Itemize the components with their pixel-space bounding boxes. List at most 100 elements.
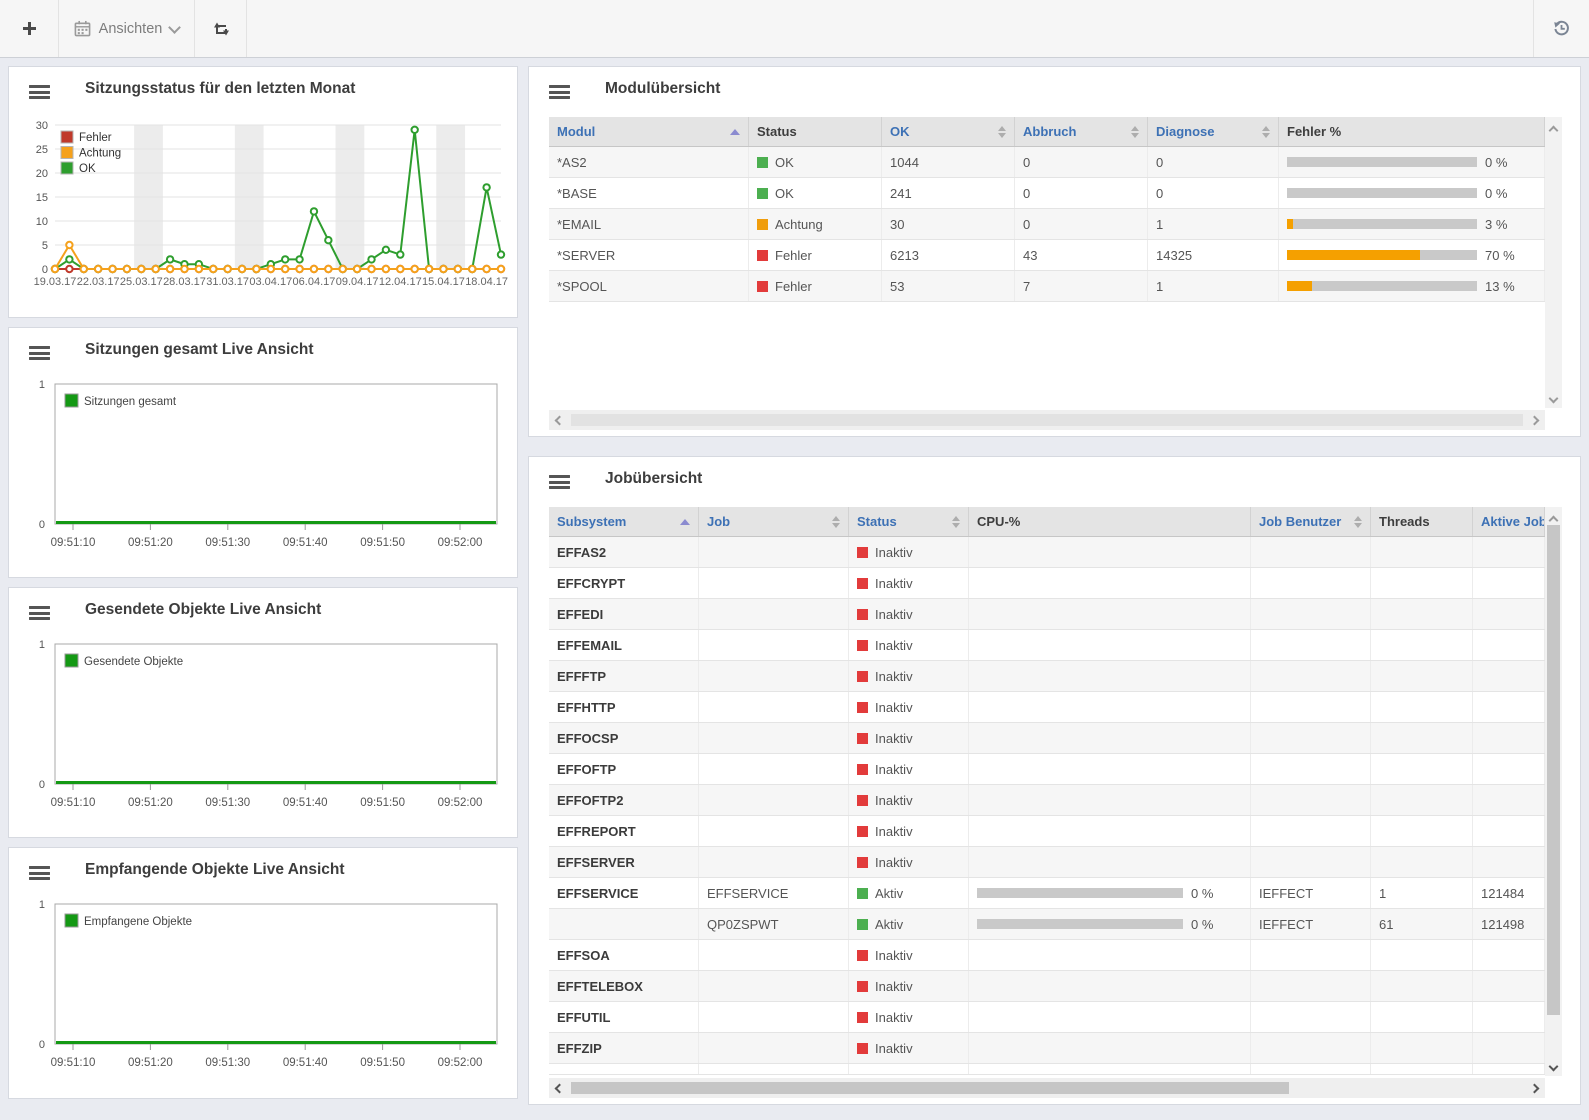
scroll-right-icon[interactable] — [1530, 416, 1540, 426]
panel-sessions-month: Sitzungsstatus für den letzten Monat 051… — [8, 66, 518, 318]
table-row[interactable]: EFFSERVICEEFFSERVICEAktiv0 %IEFFECT11214… — [549, 878, 1545, 909]
table-row[interactable]: EFFUTILInaktiv — [549, 1002, 1545, 1033]
table-row[interactable]: EFFOFTP Inaktiv — [549, 754, 1545, 785]
panel-menu-icon[interactable] — [29, 85, 50, 99]
table-cell: 43 — [1015, 240, 1148, 270]
table-cell — [1473, 723, 1545, 753]
scroll-left-icon[interactable] — [555, 416, 565, 426]
module-vertical-scrollbar[interactable] — [1545, 117, 1562, 408]
table-cell — [699, 754, 849, 784]
progress-cell: 0 % — [969, 909, 1251, 939]
column-header-job[interactable]: Job — [699, 507, 849, 536]
svg-text:09:52:00: 09:52:00 — [438, 797, 483, 809]
table-cell: EFFSERVER — [549, 847, 699, 877]
scrollbar-thumb[interactable] — [571, 414, 1523, 426]
table-cell — [1371, 816, 1473, 846]
progress-label: 3 % — [1485, 217, 1507, 232]
table-cell: *SPOOL — [549, 271, 749, 301]
svg-text:30: 30 — [36, 120, 48, 132]
scroll-left-icon[interactable] — [555, 1084, 565, 1094]
job-vertical-scrollbar[interactable] — [1545, 507, 1562, 1076]
scrollbar-thumb[interactable] — [571, 1082, 1289, 1094]
column-header-status[interactable]: Status — [849, 507, 969, 536]
table-row[interactable]: EFFEDI Inaktiv — [549, 599, 1545, 630]
column-header-abbruch[interactable]: Abbruch — [1015, 117, 1148, 146]
column-header-job-benutzer[interactable]: Job Benutzer — [1251, 507, 1371, 536]
panel-menu-icon[interactable] — [29, 346, 50, 360]
column-header-ok[interactable]: OK — [882, 117, 1015, 146]
table-cell — [1473, 816, 1545, 846]
table-cell: EFFFTP — [549, 661, 699, 691]
panel-header: Sitzungsstatus für den letzten Monat — [9, 67, 517, 115]
table-row[interactable]: EFFOFTP2Inaktiv — [549, 785, 1545, 816]
table-row[interactable]: QP0ZSPWTAktiv0 %IEFFECT61121498 — [549, 909, 1545, 940]
panel-menu-icon[interactable] — [29, 606, 50, 620]
table-row[interactable]: *EMAILAchtung30013 % — [549, 209, 1545, 240]
scrollbar-thumb[interactable] — [1547, 525, 1560, 1015]
table-row[interactable]: *SPOOLFehler537113 % — [549, 271, 1545, 302]
sort-icon — [826, 516, 840, 528]
table-row[interactable]: EFFCRYPTInaktiv — [549, 568, 1545, 599]
refresh-layout-button[interactable] — [195, 0, 247, 57]
status-cell: Inaktiv — [849, 599, 969, 629]
add-panel-button[interactable] — [0, 0, 59, 57]
status-label: Inaktiv — [875, 762, 913, 777]
table-cell — [1473, 537, 1545, 567]
table-cell — [969, 599, 1251, 629]
scroll-right-icon[interactable] — [1530, 1084, 1540, 1094]
table-row[interactable]: *AS2OK1044000 % — [549, 147, 1545, 178]
column-header-modul[interactable]: Modul — [549, 117, 749, 146]
history-button[interactable] — [1533, 0, 1589, 57]
column-label: CPU-% — [977, 514, 1020, 529]
table-cell: EFFEDI — [549, 599, 699, 629]
column-header-fehler[interactable]: Fehler % — [1279, 117, 1545, 146]
table-row[interactable]: EFFEMAILInaktiv — [549, 630, 1545, 661]
table-row[interactable]: *BASEOK241000 % — [549, 178, 1545, 209]
table-row[interactable]: *SERVERFehler6213431432570 % — [549, 240, 1545, 271]
scroll-down-icon[interactable] — [1549, 394, 1559, 404]
column-header-aktive-jobs[interactable]: Aktive Jobs — [1473, 507, 1545, 536]
svg-text:Achtung: Achtung — [79, 148, 121, 160]
table-row[interactable]: EFFZIPInaktiv — [549, 1033, 1545, 1064]
table-cell — [1251, 1002, 1371, 1032]
status-cell: OK — [749, 147, 882, 177]
progress-label: 70 % — [1485, 248, 1515, 263]
svg-text:03.04.17: 03.04.17 — [249, 276, 292, 288]
scroll-down-icon[interactable] — [1549, 1062, 1559, 1072]
column-header-subsystem[interactable]: Subsystem — [549, 507, 699, 536]
scroll-up-icon[interactable] — [1549, 516, 1559, 526]
table-row[interactable]: EFFREPORTInaktiv — [549, 816, 1545, 847]
table-row[interactable]: EFFSOAInaktiv — [549, 940, 1545, 971]
table-cell: 121498 — [1473, 909, 1545, 939]
panel-menu-icon[interactable] — [29, 866, 50, 880]
table-row[interactable]: EFFTELEBOXInaktiv — [549, 971, 1545, 1002]
column-header-cpu[interactable]: CPU-% — [969, 507, 1251, 536]
table-cell: *AS2 — [549, 147, 749, 177]
column-header-status[interactable]: Status — [749, 117, 882, 146]
repeat-icon — [211, 20, 231, 38]
progress-bar — [977, 888, 1183, 898]
table-row[interactable]: EFFSERVERInaktiv — [549, 847, 1545, 878]
scroll-up-icon[interactable] — [1549, 126, 1559, 136]
table-row[interactable]: EFFFTPInaktiv — [549, 661, 1545, 692]
table-cell — [1371, 630, 1473, 660]
job-horizontal-scrollbar[interactable] — [549, 1078, 1545, 1098]
table-row[interactable]: EFFHTTPInaktiv — [549, 692, 1545, 723]
svg-text:09:51:50: 09:51:50 — [360, 1057, 405, 1069]
table-cell: 0 — [1148, 178, 1279, 208]
module-horizontal-scrollbar[interactable] — [549, 410, 1545, 430]
svg-text:09:51:50: 09:51:50 — [360, 797, 405, 809]
panel-menu-icon[interactable] — [549, 85, 570, 99]
column-header-diagnose[interactable]: Diagnose — [1148, 117, 1279, 146]
status-cell: Inaktiv — [849, 1002, 969, 1032]
progress-label: 0 % — [1485, 186, 1507, 201]
table-cell: EFFOFTP — [549, 754, 699, 784]
column-header-threads[interactable]: Threads — [1371, 507, 1473, 536]
table-row[interactable]: EFFOCSPInaktiv — [549, 723, 1545, 754]
table-row[interactable]: EFFAS2Inaktiv — [549, 537, 1545, 568]
panel-menu-icon[interactable] — [549, 475, 570, 489]
table-cell — [1251, 971, 1371, 1001]
table-cell — [699, 568, 849, 598]
status-cell: Inaktiv — [849, 630, 969, 660]
views-dropdown-button[interactable]: Ansichten — [59, 0, 195, 57]
